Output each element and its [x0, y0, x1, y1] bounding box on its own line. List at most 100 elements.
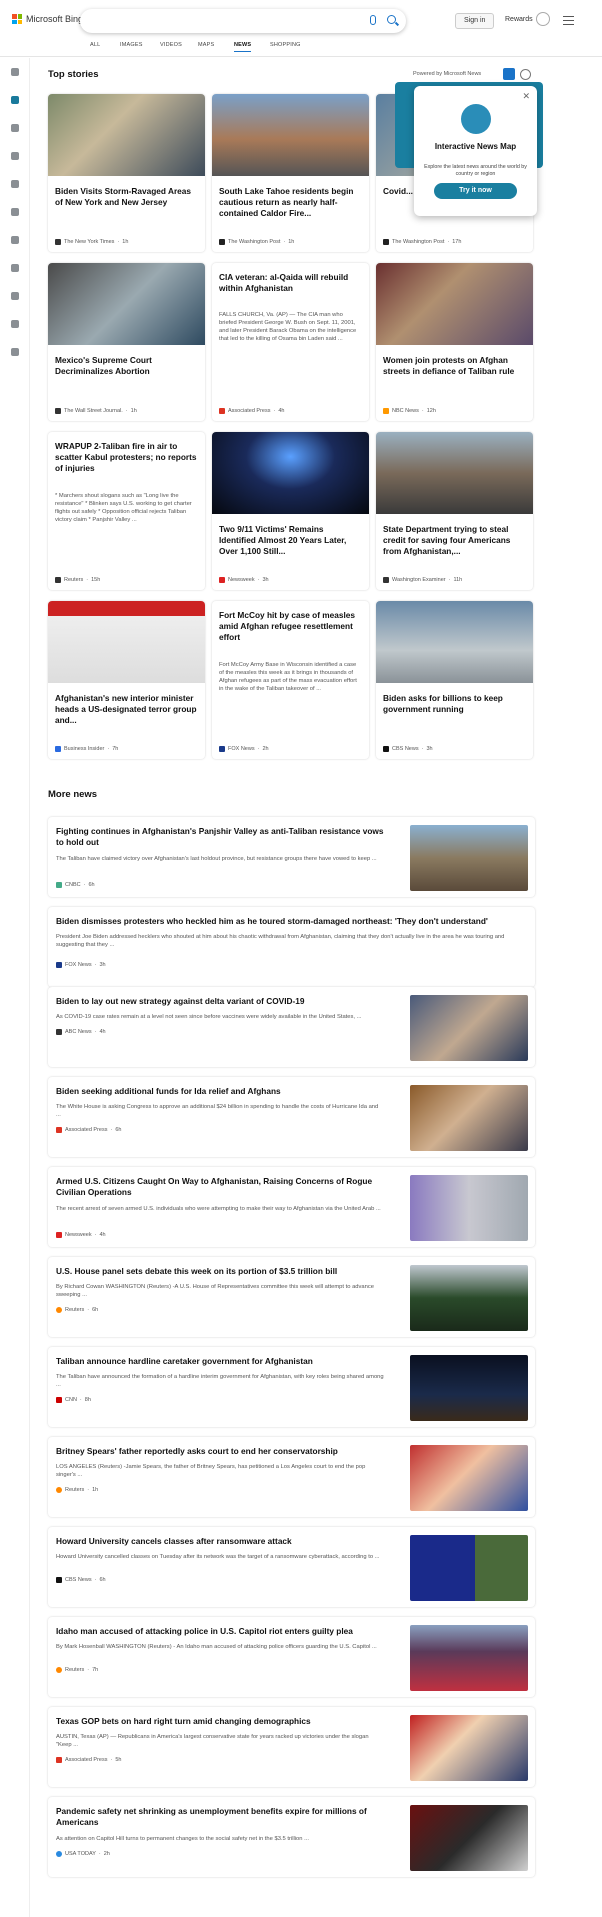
story-card[interactable]: Mexico's Supreme Court Decriminalizes Ab… [48, 263, 205, 421]
story-title[interactable]: State Department trying to steal credit … [383, 524, 526, 557]
news-title[interactable]: Pandemic safety net shrinking as unemplo… [56, 1806, 384, 1828]
story-title[interactable]: Afghanistan's new interior minister head… [55, 693, 198, 726]
story-card[interactable]: Biden Visits Storm-Ravaged Areas of New … [48, 94, 205, 252]
story-title[interactable]: South Lake Tahoe residents begin cautiou… [219, 186, 362, 219]
news-source: Reuters · 7h [56, 1667, 98, 1673]
source-logo-icon [55, 239, 61, 245]
home-icon[interactable] [11, 96, 19, 104]
news-list-item[interactable]: Idaho man accused of attacking police in… [48, 1617, 535, 1697]
search-icon[interactable] [387, 15, 396, 24]
story-card[interactable]: Women join protests on Afghan streets in… [376, 263, 533, 421]
entertainment-icon[interactable] [11, 292, 19, 300]
source-logo-icon [56, 962, 62, 968]
story-card[interactable]: WRAPUP 2-Taliban fire in air to scatter … [48, 432, 205, 590]
news-list-item[interactable]: Armed U.S. Citizens Caught On Way to Afg… [48, 1167, 535, 1247]
politics-icon[interactable] [11, 236, 19, 244]
news-title[interactable]: Biden seeking additional funds for Ida r… [56, 1086, 384, 1097]
news-source: USA TODAY · 2h [56, 1851, 110, 1857]
story-title[interactable]: Two 9/11 Victims' Remains Identified Alm… [219, 524, 362, 557]
tab-all[interactable]: ALL [90, 42, 100, 48]
news-source: Reuters · 1h [56, 1487, 98, 1493]
story-image [212, 94, 369, 176]
news-thumbnail [410, 1445, 528, 1511]
news-title[interactable]: Biden to lay out new strategy against de… [56, 996, 384, 1007]
rewards-link[interactable]: Rewards [505, 16, 533, 23]
story-title[interactable]: Fort McCoy hit by case of measles amid A… [219, 610, 362, 643]
news-list-item[interactable]: U.S. House panel sets debate this week o… [48, 1257, 535, 1337]
news-list-item[interactable]: Texas GOP bets on hard right turn amid c… [48, 1707, 535, 1787]
news-list-item[interactable]: Biden seeking additional funds for Ida r… [48, 1077, 535, 1157]
popup-description: Explore the latest news around the world… [424, 164, 527, 177]
news-map-icon[interactable] [520, 69, 531, 80]
news-title[interactable]: Texas GOP bets on hard right turn amid c… [56, 1716, 384, 1727]
sign-in-button[interactable]: Sign in [455, 13, 495, 29]
science-icon[interactable] [11, 264, 19, 272]
story-image [376, 601, 533, 683]
tab-news[interactable]: NEWS [234, 42, 252, 52]
bing-logo[interactable]: Microsoft Bing [12, 14, 83, 24]
search-tabs: ALL IMAGES VIDEOS MAPS NEWS SHOPPING [0, 42, 602, 57]
news-title[interactable]: Howard University cancels classes after … [56, 1536, 384, 1547]
news-description: The Taliban have claimed victory over Af… [56, 856, 377, 862]
story-card[interactable]: Two 9/11 Victims' Remains Identified Alm… [212, 432, 369, 590]
news-title[interactable]: Taliban announce hardline caretaker gove… [56, 1356, 384, 1367]
news-title[interactable]: U.S. House panel sets debate this week o… [56, 1266, 384, 1277]
news-list-item[interactable]: Pandemic safety net shrinking as unemplo… [48, 1797, 535, 1877]
story-card[interactable]: State Department trying to steal credit … [376, 432, 533, 590]
news-list-item[interactable]: Howard University cancels classes after … [48, 1527, 535, 1607]
news-list-item[interactable]: Fighting continues in Afghanistan's Panj… [48, 817, 535, 897]
news-thumbnail [410, 825, 528, 891]
story-title[interactable]: Biden asks for billions to keep governme… [383, 693, 526, 715]
tab-videos[interactable]: VIDEOS [160, 42, 182, 48]
tab-shopping[interactable]: SHOPPING [270, 42, 301, 48]
news-thumbnail [410, 1355, 528, 1421]
story-card[interactable]: South Lake Tahoe residents begin cautiou… [212, 94, 369, 252]
search-input[interactable] [80, 9, 406, 33]
story-source: The Washington Post · 17h [383, 239, 461, 245]
source-logo-icon [383, 746, 389, 752]
news-title[interactable]: Fighting continues in Afghanistan's Panj… [56, 826, 384, 848]
interactive-map-popup: ✕ Interactive News Map Explore the lates… [414, 86, 537, 216]
source-logo-icon [383, 239, 389, 245]
story-title[interactable]: Women join protests on Afghan streets in… [383, 355, 526, 377]
coronavirus-icon[interactable] [11, 124, 19, 132]
news-thumbnail [410, 1085, 528, 1151]
news-title[interactable]: Armed U.S. Citizens Caught On Way to Afg… [56, 1176, 384, 1198]
news-title[interactable]: Biden dismisses protesters who heckled h… [56, 916, 526, 927]
logo-text: Microsoft Bing [26, 14, 84, 24]
business-icon[interactable] [11, 320, 19, 328]
story-title[interactable]: WRAPUP 2-Taliban fire in air to scatter … [55, 441, 198, 474]
tab-images[interactable]: IMAGES [120, 42, 143, 48]
news-title[interactable]: Idaho man accused of attacking police in… [56, 1626, 384, 1637]
microphone-icon[interactable] [370, 15, 376, 25]
us-flag-icon[interactable] [11, 152, 19, 160]
close-icon[interactable]: ✕ [522, 91, 530, 102]
expand-sidebar-icon[interactable] [11, 68, 19, 76]
story-card[interactable]: Fort McCoy hit by case of measles amid A… [212, 601, 369, 759]
hamburger-menu-icon[interactable] [563, 16, 574, 27]
story-card[interactable]: Biden asks for billions to keep governme… [376, 601, 533, 759]
location-icon[interactable] [11, 180, 19, 188]
news-list-item[interactable]: Britney Spears' father reportedly asks c… [48, 1437, 535, 1517]
source-logo-icon [56, 1487, 62, 1493]
news-thumbnail [410, 1715, 528, 1781]
story-card[interactable]: Afghanistan's new interior minister head… [48, 601, 205, 759]
news-list-item[interactable]: Taliban announce hardline caretaker gove… [48, 1347, 535, 1427]
story-title[interactable]: CIA veteran: al-Qaida will rebuild withi… [219, 272, 362, 294]
rewards-trophy-icon[interactable] [536, 12, 550, 26]
world-icon[interactable] [11, 208, 19, 216]
story-card[interactable]: CIA veteran: al-Qaida will rebuild withi… [212, 263, 369, 421]
grid-view-icon[interactable] [503, 68, 515, 80]
story-title[interactable]: Mexico's Supreme Court Decriminalizes Ab… [55, 355, 198, 377]
story-title[interactable]: Biden Visits Storm-Ravaged Areas of New … [55, 186, 198, 208]
try-it-now-button[interactable]: Try it now [434, 183, 517, 199]
news-source: FOX News · 3h [56, 962, 106, 968]
money-icon[interactable] [11, 348, 19, 356]
source-logo-icon [56, 1397, 62, 1403]
tab-maps[interactable]: MAPS [198, 42, 214, 48]
news-list-item[interactable]: Biden dismisses protesters who heckled h… [48, 907, 535, 987]
news-list-item[interactable]: Biden to lay out new strategy against de… [48, 987, 535, 1067]
news-source: ABC News · 4h [56, 1029, 106, 1035]
news-title[interactable]: Britney Spears' father reportedly asks c… [56, 1446, 384, 1457]
news-thumbnail [410, 1175, 528, 1241]
